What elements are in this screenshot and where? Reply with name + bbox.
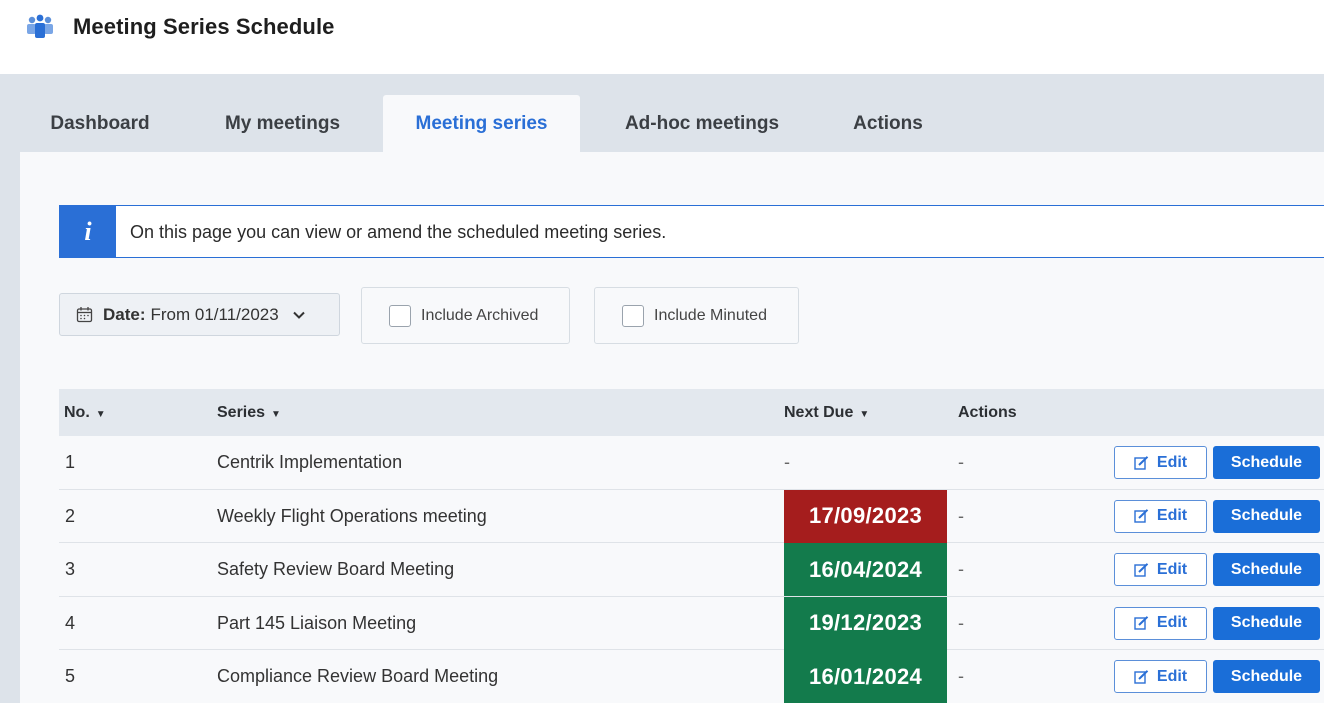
row-number: 4: [65, 612, 76, 633]
next-due-value: -: [784, 452, 790, 472]
content-panel: i On this page you can view or amend the…: [20, 152, 1324, 703]
row-number: 1: [65, 452, 76, 472]
info-banner: i On this page you can view or amend the…: [59, 205, 1324, 258]
actions-value: -: [958, 612, 964, 633]
table-header: No. ▼ Series ▼ Next Due ▼ Actions: [59, 389, 1324, 436]
edit-label: Edit: [1156, 507, 1188, 525]
next-due-ok-badge: 16/04/2024: [784, 543, 947, 597]
edit-button[interactable]: Edit: [1114, 553, 1207, 587]
tab-ad-hoc-meetings[interactable]: Ad-hoc meetings: [610, 95, 794, 153]
page-title: Meeting Series Schedule: [73, 14, 335, 39]
include-minuted-toggle[interactable]: Include Minuted: [594, 287, 799, 344]
include-minuted-checkbox[interactable]: [622, 304, 644, 327]
col-next-due-label: Next Due: [784, 404, 854, 421]
edit-label: Edit: [1156, 560, 1188, 578]
chevron-down-icon: [293, 311, 305, 319]
info-text: On this page you can view or amend the s…: [130, 222, 667, 242]
schedule-button[interactable]: Schedule: [1213, 446, 1320, 479]
edit-icon: [1134, 669, 1149, 684]
table-row: 3 Safety Review Board Meeting 16/04/2024…: [59, 543, 1324, 597]
edit-button[interactable]: Edit: [1114, 446, 1207, 479]
edit-icon: [1134, 509, 1149, 523]
row-number: 2: [65, 505, 76, 526]
series-name[interactable]: Safety Review Board Meeting: [217, 559, 454, 580]
col-no-label: No.: [64, 404, 90, 421]
series-name[interactable]: Weekly Flight Operations meeting: [217, 506, 487, 527]
table-row: 4 Part 145 Liaison Meeting 19/12/2023 - …: [59, 596, 1324, 651]
main-shell: Dashboard My meetings Meeting series Ad-…: [0, 74, 1324, 703]
tab-actions[interactable]: Actions: [838, 95, 938, 153]
include-archived-label: Include Archived: [421, 306, 539, 324]
next-due-ok-badge: 16/01/2024: [784, 650, 947, 703]
table-row: 2 Weekly Flight Operations meeting 17/09…: [59, 489, 1324, 544]
actions-value: -: [958, 505, 964, 526]
tab-bar: Dashboard My meetings Meeting series Ad-…: [0, 95, 1324, 153]
edit-label: Edit: [1156, 614, 1188, 632]
col-next-due-header[interactable]: Next Due ▼: [784, 404, 869, 422]
tab-my-meetings[interactable]: My meetings: [205, 95, 360, 153]
date-filter-label: Date:: [103, 304, 146, 324]
row-number: 5: [65, 666, 76, 687]
actions-value: -: [958, 452, 964, 472]
schedule-button[interactable]: Schedule: [1213, 606, 1320, 640]
col-series-header[interactable]: Series ▼: [217, 404, 281, 422]
include-archived-toggle[interactable]: Include Archived: [361, 287, 570, 344]
tab-dashboard[interactable]: Dashboard: [40, 95, 160, 153]
col-no-header[interactable]: No. ▼: [64, 404, 106, 422]
edit-button[interactable]: Edit: [1114, 499, 1207, 533]
date-filter-dropdown[interactable]: Date: From 01/11/2023: [59, 293, 340, 336]
edit-button[interactable]: Edit: [1114, 660, 1207, 694]
table-row: 5 Compliance Review Board Meeting 16/01/…: [59, 650, 1324, 703]
top-bar: Meeting Series Schedule: [0, 0, 1324, 74]
edit-label: Edit: [1156, 667, 1188, 685]
sort-down-icon: ▼: [95, 409, 106, 420]
actions-value: -: [958, 666, 964, 687]
include-minuted-label: Include Minuted: [654, 306, 767, 324]
info-icon: i: [60, 206, 116, 257]
include-archived-checkbox[interactable]: [389, 304, 411, 327]
table-row: 1 Centrik Implementation - - Edit Schedu…: [59, 436, 1324, 490]
edit-label: Edit: [1156, 453, 1188, 471]
schedule-button[interactable]: Schedule: [1213, 660, 1320, 694]
col-actions-header: Actions: [958, 404, 1017, 422]
series-name[interactable]: Centrik Implementation: [217, 452, 402, 473]
col-actions-label: Actions: [958, 404, 1017, 421]
col-series-label: Series: [217, 404, 266, 421]
sort-down-icon: ▼: [271, 409, 281, 420]
next-due-ok-badge: 19/12/2023: [784, 596, 947, 650]
date-filter-value: From 01/11/2023: [150, 304, 279, 324]
sort-down-icon: ▼: [859, 409, 870, 420]
series-name[interactable]: Part 145 Liaison Meeting: [217, 613, 416, 634]
edit-icon: [1134, 455, 1149, 470]
row-number: 3: [65, 559, 76, 580]
series-name[interactable]: Compliance Review Board Meeting: [217, 666, 498, 687]
next-due-overdue-badge: 17/09/2023: [784, 489, 947, 543]
schedule-button[interactable]: Schedule: [1213, 499, 1320, 533]
edit-button[interactable]: Edit: [1114, 606, 1207, 640]
tab-meeting-series[interactable]: Meeting series: [383, 95, 580, 153]
edit-icon: [1134, 616, 1149, 630]
people-group-icon: [27, 14, 53, 38]
meeting-series-table: No. ▼ Series ▼ Next Due ▼ Actions 1 Centrik…: [59, 389, 1324, 703]
actions-value: -: [958, 559, 964, 580]
calendar-icon: [76, 307, 93, 323]
edit-icon: [1134, 562, 1149, 577]
schedule-button[interactable]: Schedule: [1213, 553, 1320, 587]
